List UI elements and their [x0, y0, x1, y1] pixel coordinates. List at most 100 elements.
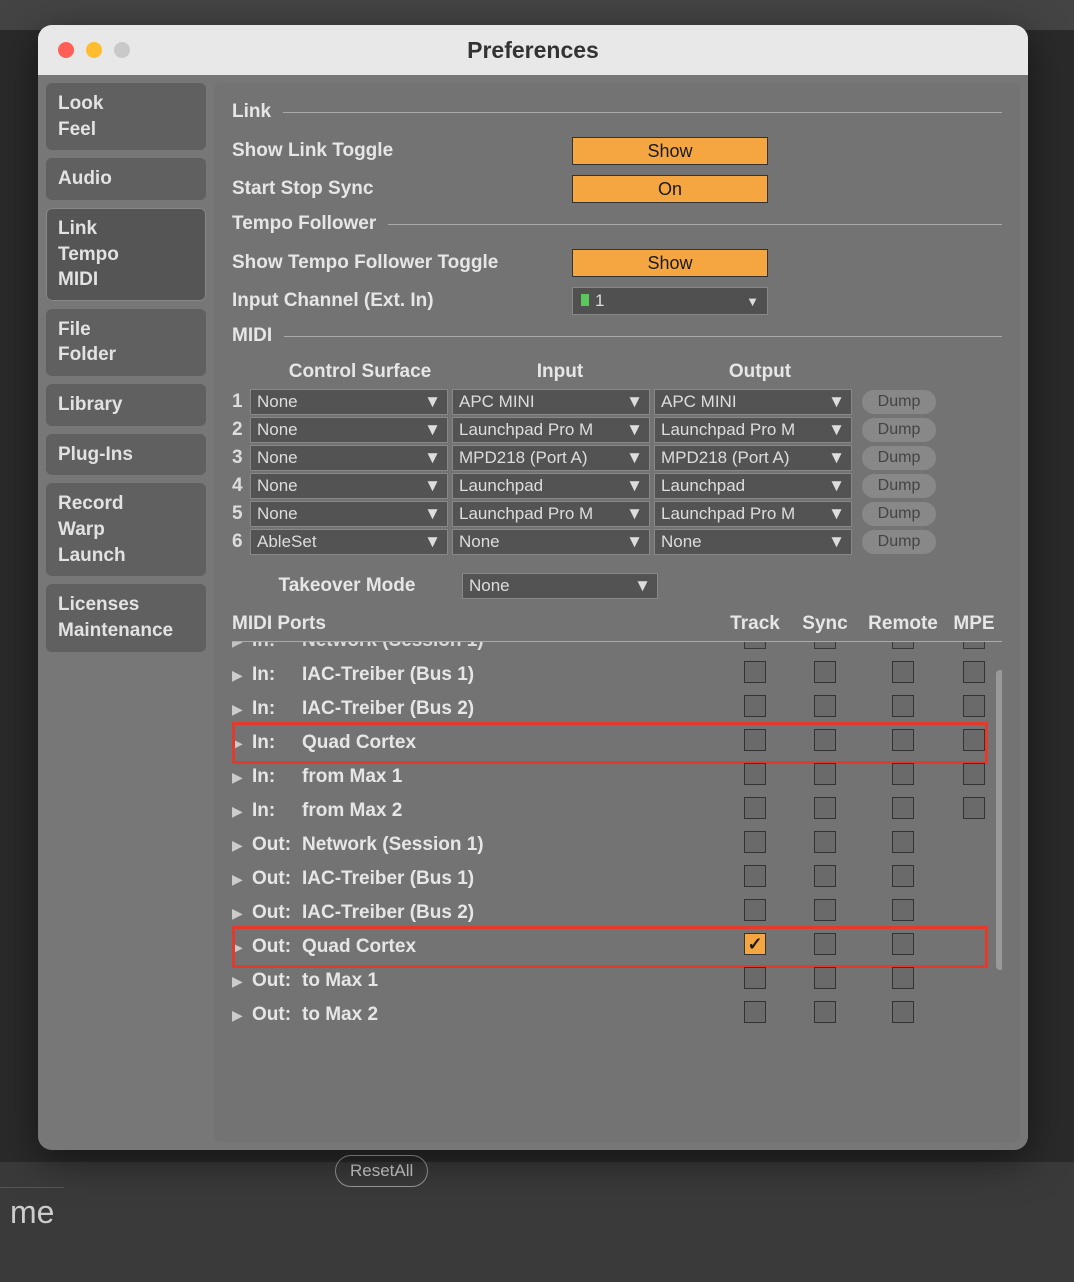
control-surface-input-select[interactable]: Launchpad Pro M▼	[452, 417, 650, 443]
remote-checkbox[interactable]	[892, 797, 914, 819]
reset-all-button[interactable]: ResetAll	[335, 1155, 428, 1187]
control-surface-input-select[interactable]: MPD218 (Port A)▼	[452, 445, 650, 471]
track-checkbox[interactable]	[744, 1001, 766, 1023]
sidebar-tab-file-folder[interactable]: FileFolder	[46, 309, 206, 376]
control-surface-output-select[interactable]: Launchpad Pro M▼	[654, 501, 852, 527]
chevron-down-icon: ▼	[828, 504, 845, 524]
remote-checkbox[interactable]	[892, 831, 914, 853]
expand-icon[interactable]: ▶	[232, 803, 252, 820]
control-surface-output-select[interactable]: None▼	[654, 529, 852, 555]
close-icon[interactable]	[58, 42, 74, 58]
control-surface-input-select[interactable]: Launchpad▼	[452, 473, 650, 499]
sync-checkbox[interactable]	[814, 729, 836, 751]
chevron-down-icon: ▼	[626, 532, 643, 552]
mpe-checkbox[interactable]	[963, 642, 985, 649]
mpe-checkbox[interactable]	[963, 797, 985, 819]
track-checkbox[interactable]	[744, 797, 766, 819]
track-checkbox[interactable]	[744, 865, 766, 887]
track-checkbox[interactable]	[744, 661, 766, 683]
mpe-checkbox[interactable]	[963, 729, 985, 751]
mpe-checkbox[interactable]	[963, 695, 985, 717]
expand-icon[interactable]: ▶	[232, 973, 252, 990]
show-tempo-follower-toggle-button[interactable]: Show	[572, 249, 768, 277]
control-surface-select[interactable]: None▼	[250, 473, 448, 499]
expand-icon[interactable]: ▶	[232, 1007, 252, 1024]
sidebar-tab-plug-ins[interactable]: Plug-Ins	[46, 434, 206, 476]
remote-checkbox[interactable]	[892, 967, 914, 989]
track-checkbox[interactable]	[744, 729, 766, 751]
dump-button[interactable]: Dump	[862, 390, 936, 414]
track-checkbox[interactable]	[744, 695, 766, 717]
track-checkbox[interactable]	[744, 763, 766, 785]
control-surface-select[interactable]: None▼	[250, 417, 448, 443]
expand-icon[interactable]: ▶	[232, 837, 252, 854]
expand-icon[interactable]: ▶	[232, 871, 252, 888]
expand-icon[interactable]: ▶	[232, 769, 252, 786]
control-surface-input-select[interactable]: None▼	[452, 529, 650, 555]
dump-button[interactable]: Dump	[862, 418, 936, 442]
scrollbar[interactable]	[996, 670, 1002, 970]
remote-checkbox[interactable]	[892, 1001, 914, 1023]
dump-button[interactable]: Dump	[862, 474, 936, 498]
remote-checkbox[interactable]	[892, 763, 914, 785]
expand-icon[interactable]: ▶	[232, 939, 252, 956]
input-channel-select[interactable]: 1 ▼	[572, 287, 768, 315]
control-surface-select[interactable]: None▼	[250, 501, 448, 527]
sync-checkbox[interactable]	[814, 797, 836, 819]
remote-checkbox[interactable]	[892, 695, 914, 717]
dump-button[interactable]: Dump	[862, 446, 936, 470]
sync-checkbox[interactable]	[814, 933, 836, 955]
remote-checkbox[interactable]	[892, 642, 914, 649]
sync-checkbox[interactable]	[814, 763, 836, 785]
track-checkbox[interactable]	[744, 899, 766, 921]
minimize-icon[interactable]	[86, 42, 102, 58]
remote-checkbox[interactable]	[892, 661, 914, 683]
control-surface-select[interactable]: None▼	[250, 445, 448, 471]
sidebar-tab-licenses-maintenance[interactable]: LicensesMaintenance	[46, 584, 206, 651]
control-surface-input-select[interactable]: Launchpad Pro M▼	[452, 501, 650, 527]
expand-icon[interactable]: ▶	[232, 905, 252, 922]
track-checkbox[interactable]	[744, 642, 766, 649]
chevron-down-icon: ▼	[424, 532, 441, 552]
takeover-mode-select[interactable]: None ▼	[462, 573, 658, 599]
sidebar-tab-library[interactable]: Library	[46, 384, 206, 426]
sync-checkbox[interactable]	[814, 831, 836, 853]
show-link-toggle-button[interactable]: Show	[572, 137, 768, 165]
track-checkbox[interactable]	[744, 933, 766, 955]
start-stop-sync-button[interactable]: On	[572, 175, 768, 203]
control-surface-output-select[interactable]: APC MINI▼	[654, 389, 852, 415]
mpe-checkbox[interactable]	[963, 763, 985, 785]
remote-checkbox[interactable]	[892, 865, 914, 887]
sync-checkbox[interactable]	[814, 899, 836, 921]
expand-icon[interactable]: ▶	[232, 642, 252, 650]
midi-port-row: ▶ Out: to Max 2	[232, 998, 1002, 1032]
remote-checkbox[interactable]	[892, 899, 914, 921]
track-checkbox[interactable]	[744, 831, 766, 853]
sidebar-tab-audio[interactable]: Audio	[46, 158, 206, 200]
midi-port-row: ▶ In: IAC-Treiber (Bus 1)	[232, 658, 1002, 692]
sync-checkbox[interactable]	[814, 642, 836, 649]
expand-icon[interactable]: ▶	[232, 735, 252, 752]
remote-checkbox[interactable]	[892, 729, 914, 751]
dump-button[interactable]: Dump	[862, 530, 936, 554]
control-surface-output-select[interactable]: Launchpad▼	[654, 473, 852, 499]
sidebar-tab-record-warp-launch[interactable]: RecordWarpLaunch	[46, 483, 206, 576]
mpe-checkbox[interactable]	[963, 661, 985, 683]
sync-checkbox[interactable]	[814, 865, 836, 887]
control-surface-input-select[interactable]: APC MINI▼	[452, 389, 650, 415]
dump-button[interactable]: Dump	[862, 502, 936, 526]
control-surface-output-select[interactable]: MPD218 (Port A)▼	[654, 445, 852, 471]
sidebar-tab-link-tempo-midi[interactable]: LinkTempoMIDI	[46, 208, 206, 301]
sync-checkbox[interactable]	[814, 695, 836, 717]
control-surface-select[interactable]: None▼	[250, 389, 448, 415]
control-surface-select[interactable]: AbleSet▼	[250, 529, 448, 555]
expand-icon[interactable]: ▶	[232, 701, 252, 718]
track-checkbox[interactable]	[744, 967, 766, 989]
remote-checkbox[interactable]	[892, 933, 914, 955]
sync-checkbox[interactable]	[814, 661, 836, 683]
sync-checkbox[interactable]	[814, 1001, 836, 1023]
expand-icon[interactable]: ▶	[232, 667, 252, 684]
sync-checkbox[interactable]	[814, 967, 836, 989]
control-surface-output-select[interactable]: Launchpad Pro M▼	[654, 417, 852, 443]
sidebar-tab-look-feel[interactable]: LookFeel	[46, 83, 206, 150]
